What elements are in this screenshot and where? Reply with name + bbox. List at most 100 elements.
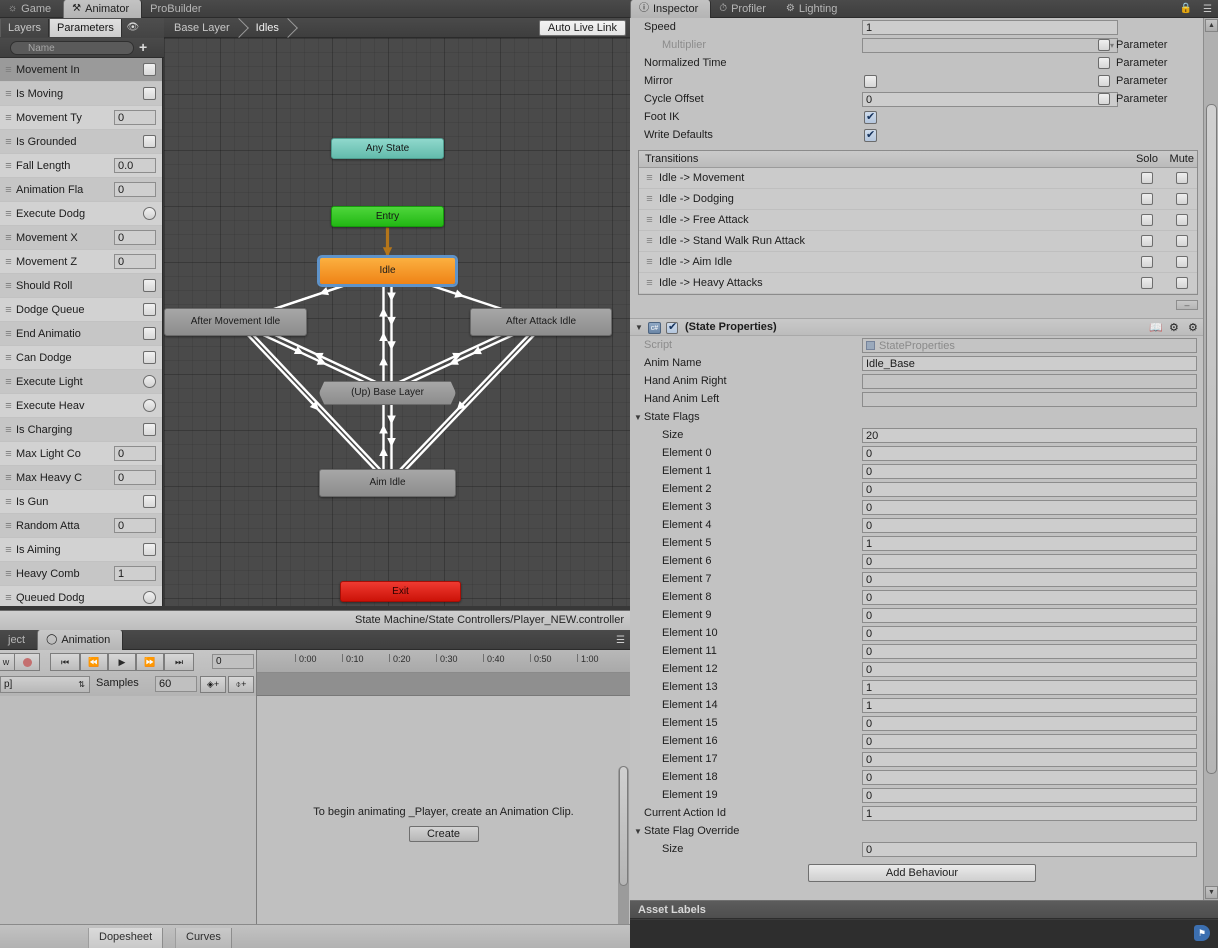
scroll-up-arrow[interactable]: ▲ bbox=[1205, 19, 1218, 32]
mute-checkbox[interactable] bbox=[1176, 256, 1188, 268]
eye-icon[interactable]: 👁 bbox=[122, 19, 144, 37]
state-flag-override-foldout[interactable]: ▼ State Flag Override bbox=[630, 822, 1218, 840]
mute-checkbox[interactable] bbox=[1176, 235, 1188, 247]
parameter-checkbox[interactable] bbox=[143, 423, 156, 436]
state-node[interactable]: Entry bbox=[331, 206, 444, 227]
field-input[interactable]: 0 bbox=[862, 841, 1197, 857]
field-input[interactable]: 20 bbox=[862, 427, 1197, 443]
parameter-row[interactable]: ≡ Is Charging bbox=[0, 418, 162, 442]
help-icon[interactable]: 📖 bbox=[1149, 321, 1163, 334]
field-input[interactable]: 0 bbox=[862, 661, 1197, 677]
field-input[interactable]: 0 bbox=[862, 571, 1197, 587]
drag-handle-icon[interactable]: ≡ bbox=[0, 496, 16, 508]
add-parameter-button[interactable]: + bbox=[139, 40, 147, 54]
field-input[interactable]: 0 bbox=[862, 445, 1197, 461]
field-input[interactable]: 0 bbox=[862, 769, 1197, 785]
field-input[interactable]: 0 bbox=[862, 589, 1197, 605]
mute-checkbox[interactable] bbox=[1176, 172, 1188, 184]
field-input[interactable]: 0 bbox=[862, 787, 1197, 803]
foldout-icon[interactable]: ▼ bbox=[635, 323, 643, 332]
parameter-checkbox[interactable] bbox=[143, 87, 156, 100]
tab-probuilder[interactable]: ProBuilder bbox=[142, 0, 213, 18]
tab-animation[interactable]: ◯ Animation bbox=[37, 630, 124, 650]
state-flags-foldout[interactable]: ▼ State Flags bbox=[630, 408, 1218, 426]
add-behaviour-button[interactable]: Add Behaviour bbox=[808, 864, 1036, 882]
animation-vertical-scrollbar[interactable] bbox=[618, 766, 629, 948]
clip-selector[interactable]: p] ⇅ bbox=[0, 676, 90, 693]
add-keyframe-button[interactable]: ◈+ bbox=[200, 676, 226, 693]
field-input[interactable]: 1 bbox=[862, 697, 1197, 713]
field-input[interactable]: 0 bbox=[862, 625, 1197, 641]
create-clip-button[interactable]: Create bbox=[408, 826, 479, 842]
parameter-row[interactable]: ≡ Queued Dodg bbox=[0, 586, 162, 606]
state-node[interactable]: After Movement Idle bbox=[164, 308, 307, 336]
state-node[interactable]: (Up) Base Layer bbox=[319, 381, 456, 405]
parameter-checkbox[interactable] bbox=[143, 135, 156, 148]
parameter-checkbox[interactable] bbox=[143, 303, 156, 316]
field-input[interactable]: 0 bbox=[862, 481, 1197, 497]
parameter-row[interactable]: ≡ Execute Dodg bbox=[0, 202, 162, 226]
parameter-trigger[interactable] bbox=[143, 207, 156, 220]
scroll-thumb[interactable] bbox=[1206, 104, 1217, 774]
drag-handle-icon[interactable]: ≡ bbox=[0, 400, 16, 412]
breadcrumb-base-layer[interactable]: Base Layer bbox=[164, 18, 246, 38]
parameter-row[interactable]: ≡ Is Aiming bbox=[0, 538, 162, 562]
tab-dopesheet[interactable]: Dopesheet bbox=[88, 928, 164, 948]
parameter-row[interactable]: ≡ Movement X 0 bbox=[0, 226, 162, 250]
component-header[interactable]: ▼ c# (State Properties) 📖 ⚙ ⚙ bbox=[630, 318, 1218, 336]
transition-row[interactable]: ≡ Idle -> Dodging bbox=[639, 189, 1197, 210]
last-frame-button[interactable]: ⏭ bbox=[164, 653, 194, 671]
parameter-row[interactable]: ≡ Should Roll bbox=[0, 274, 162, 298]
field-input[interactable] bbox=[862, 373, 1197, 389]
preset-icon[interactable]: ⚙ bbox=[1169, 321, 1182, 334]
first-frame-button[interactable]: ⏮ bbox=[50, 653, 80, 671]
mute-checkbox[interactable] bbox=[1176, 214, 1188, 226]
scroll-thumb[interactable] bbox=[619, 766, 628, 886]
parameter-value-input[interactable]: 0 bbox=[114, 254, 156, 269]
drag-handle-icon[interactable]: ≡ bbox=[0, 280, 16, 292]
field-checkbox[interactable] bbox=[864, 128, 877, 142]
tab-animator[interactable]: ⚒ Animator bbox=[63, 0, 143, 18]
parameter-checkbox[interactable] bbox=[143, 495, 156, 508]
transition-row[interactable]: ≡ Idle -> Stand Walk Run Attack bbox=[639, 231, 1197, 252]
parameter-row[interactable]: ≡ Max Heavy C 0 bbox=[0, 466, 162, 490]
breadcrumb-idles[interactable]: Idles bbox=[246, 18, 295, 38]
solo-checkbox[interactable] bbox=[1141, 172, 1153, 184]
prev-frame-button[interactable]: ⏪ bbox=[80, 653, 108, 671]
field-dropdown[interactable]: ▾ bbox=[862, 37, 1118, 53]
lock-icon[interactable]: 🔒 bbox=[1180, 3, 1192, 14]
animator-state-graph[interactable]: Any State Entry Idle After Movement Idle Aft… bbox=[164, 38, 630, 606]
parameter-toggle-checkbox[interactable] bbox=[1098, 39, 1110, 51]
parameter-checkbox[interactable] bbox=[143, 63, 156, 76]
auto-live-link-button[interactable]: Auto Live Link bbox=[538, 20, 626, 36]
field-input[interactable]: 0 bbox=[862, 733, 1197, 749]
tab-inspector[interactable]: ⓘ Inspector bbox=[630, 0, 712, 18]
tab-project[interactable]: ject bbox=[0, 630, 37, 650]
inspector-vertical-scrollbar[interactable]: ▲ ▼ bbox=[1203, 18, 1218, 900]
drag-handle-icon[interactable]: ≡ bbox=[0, 448, 16, 460]
field-input[interactable]: 0 bbox=[862, 751, 1197, 767]
drag-handle-icon[interactable]: ≡ bbox=[0, 160, 16, 172]
field-input[interactable]: 1 bbox=[862, 679, 1197, 695]
record-button[interactable] bbox=[14, 653, 40, 671]
drag-handle-icon[interactable]: ≡ bbox=[0, 208, 16, 220]
foldout-icon[interactable]: ▼ bbox=[634, 413, 642, 422]
field-input[interactable]: 0 bbox=[862, 715, 1197, 731]
transitions-resize-handle[interactable]: – bbox=[1176, 300, 1198, 310]
parameter-row[interactable]: ≡ Movement In bbox=[0, 58, 162, 82]
parameter-row[interactable]: ≡ Movement Z 0 bbox=[0, 250, 162, 274]
drag-handle-icon[interactable]: ≡ bbox=[0, 184, 16, 196]
parameter-row[interactable]: ≡ Is Moving bbox=[0, 82, 162, 106]
parameter-trigger[interactable] bbox=[143, 375, 156, 388]
field-input[interactable]: 1 bbox=[862, 535, 1197, 551]
field-input[interactable]: 0 bbox=[862, 643, 1197, 659]
solo-checkbox[interactable] bbox=[1141, 235, 1153, 247]
parameter-row[interactable]: ≡ Is Gun bbox=[0, 490, 162, 514]
parameter-toggle-checkbox[interactable] bbox=[1098, 93, 1110, 105]
drag-handle-icon[interactable]: ≡ bbox=[0, 88, 16, 100]
parameter-value-input[interactable]: 0 bbox=[114, 182, 156, 197]
animation-time-area[interactable] bbox=[257, 673, 630, 696]
drag-handle-icon[interactable]: ≡ bbox=[0, 472, 16, 484]
component-enabled-checkbox[interactable] bbox=[666, 320, 678, 334]
field-input[interactable] bbox=[862, 391, 1197, 407]
